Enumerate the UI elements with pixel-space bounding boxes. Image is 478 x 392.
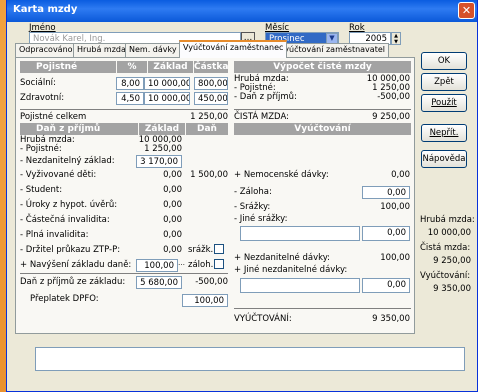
deti-dan: 1 500,00 xyxy=(190,170,228,180)
navys-label: + Navýšení základu daně: xyxy=(20,260,132,270)
pojistne-celkem-value: 1 250,00 xyxy=(190,112,228,122)
tab-odpracovano[interactable]: Odpracováno xyxy=(15,43,77,57)
divider xyxy=(234,308,411,309)
zaloha-label: - Záloha: xyxy=(234,187,272,197)
student-label: - Student: xyxy=(20,185,63,195)
pouzit-button[interactable]: Použít xyxy=(421,94,467,112)
zaklad-header: Základ xyxy=(148,61,193,73)
window-title: Karta mzdy xyxy=(13,4,78,15)
pojistne-celkem-label: Pojistné celkem xyxy=(20,112,87,122)
zaloh-label: záloh. xyxy=(188,260,214,270)
zaloh-checkbox[interactable] xyxy=(214,259,224,269)
jine-srazky-field[interactable]: 0,00 xyxy=(362,226,410,241)
tab-nem-davky[interactable]: Nem. dávky xyxy=(125,43,181,57)
tab-hruba-mzda[interactable]: Hrubá mzda xyxy=(73,43,130,57)
navys-browse-button[interactable]: … xyxy=(178,259,185,267)
divider xyxy=(234,109,411,110)
nezdan-field[interactable]: 3 170,00 xyxy=(136,155,182,168)
vyp-dan-label: - Daň z příjmů: xyxy=(234,92,297,102)
castinv-value: 0,00 xyxy=(163,215,182,225)
socialni-label: Sociální: xyxy=(20,78,56,88)
rok-spinner[interactable]: ▲ ▼ xyxy=(391,32,401,45)
close-icon[interactable]: ✕ xyxy=(458,2,475,19)
ztp-label: - Držitel průkazu ZTP-P: xyxy=(20,245,121,255)
napoveda-button[interactable]: Nápověda xyxy=(421,150,467,168)
jine-nezdan-field[interactable]: 0,00 xyxy=(362,278,410,293)
cista-mzda-label: ČISTÁ MZDA: xyxy=(234,112,289,122)
tab-panel: Pojistné % Základ Částka Sociální: 8,00 … xyxy=(15,57,415,334)
vypocet-header: Výpočet čisté mzdy xyxy=(234,61,411,73)
sum-cista-value: 9 250,00 xyxy=(433,256,471,266)
uroky-value: 0,00 xyxy=(163,200,182,210)
vyuctovani-total-label: VYÚČTOVÁNÍ: xyxy=(234,314,292,324)
divider xyxy=(20,109,228,110)
dan-zaklad-field[interactable]: 5 680,00 xyxy=(136,276,182,289)
vyuctovani-header: Vyúčtování xyxy=(234,123,411,135)
socialni-zaklad[interactable]: 10 000,00 xyxy=(144,77,190,90)
srazk-label: srážk. xyxy=(188,245,214,255)
navys-field[interactable]: 100,00 xyxy=(136,259,178,272)
status-text-box[interactable] xyxy=(35,347,465,371)
socialni-castka[interactable]: 800,00 xyxy=(194,77,228,90)
dan-pojistne-value: 1 250,00 xyxy=(144,144,182,154)
sum-vyuct-value: 9 350,00 xyxy=(433,284,471,294)
srazky-label: - Srážky: xyxy=(234,202,271,212)
zdravotni-castka[interactable]: 450,00 xyxy=(194,92,228,105)
dan-zaklad-header: Základ xyxy=(139,123,185,135)
nezdan-label: - Nezdanitelný základ: xyxy=(20,156,115,166)
deti-value: 0,00 xyxy=(163,170,182,180)
zdravotni-zaklad[interactable]: 10 000,00 xyxy=(144,92,190,105)
dan-pojistne-label: - Pojistné: xyxy=(20,144,62,154)
castka-header: Částka xyxy=(194,61,229,73)
plnainv-value: 0,00 xyxy=(163,230,182,240)
zdravotni-pct[interactable]: 4,50 xyxy=(116,92,144,105)
sum-cista-label: Čistá mzda: xyxy=(420,243,471,253)
pct-header: % xyxy=(117,61,147,73)
srazk-checkbox[interactable] xyxy=(214,244,224,254)
nezdan-davky-label: + Nezdanitelné dávky: xyxy=(234,253,330,263)
sum-vyuct-label: Vyúčtování: xyxy=(420,271,471,281)
zdravotni-label: Zdravotní: xyxy=(20,93,65,103)
tab-vyuctovani-zamestnanec[interactable]: Vyúčtování zaměstnanec xyxy=(179,40,288,58)
srazky-value: 100,00 xyxy=(380,202,410,212)
sum-hruba-label: Hrubá mzda: xyxy=(420,215,475,225)
dan-dan-header: Daň xyxy=(186,123,228,135)
jine-nezdan-label: + Jiné nezdanitelné dávky: xyxy=(234,265,348,275)
tab-vyuctovani-zamestnavatel[interactable]: Vyúčtování zaměstnavatel xyxy=(275,43,389,57)
jine-nezdan-text[interactable] xyxy=(240,278,360,293)
cista-mzda-value: 9 250,00 xyxy=(372,112,410,122)
preplatek-label: Přeplatek DPFO: xyxy=(30,294,99,304)
socialni-pct[interactable]: 8,00 xyxy=(116,77,144,90)
divider xyxy=(20,273,228,274)
dan-zaklad-dan: -500,00 xyxy=(195,277,228,287)
dan-zaklad-label: Daň z příjmů ze základu: xyxy=(20,277,126,287)
jine-srazky-text[interactable] xyxy=(240,226,360,241)
neprit-button[interactable]: Nepřít. xyxy=(421,124,467,142)
student-value: 0,00 xyxy=(163,185,182,195)
jine-srazky-label: - Jiné srážky: xyxy=(234,214,288,224)
nemoc-label: + Nemocenské dávky: xyxy=(234,170,329,180)
pojistne-header: Pojistné xyxy=(20,61,116,73)
nezdan-davky-value: 100,00 xyxy=(380,253,410,263)
ztp-value: 0,00 xyxy=(163,245,182,255)
dan-header: Daň z příjmů xyxy=(20,123,138,135)
uroky-label: - Úroky z hypot. úvěrů: xyxy=(20,200,118,210)
nemoc-value: 0,00 xyxy=(391,170,410,180)
plnainv-label: - Plná invalidita: xyxy=(20,230,89,240)
zpet-button[interactable]: Zpět xyxy=(421,73,467,91)
preplatek-field[interactable]: 100,00 xyxy=(182,294,228,307)
title-bar: Karta mzdy ✕ xyxy=(7,0,477,22)
deti-label: - Vyživované děti: xyxy=(20,170,97,180)
zaloha-field[interactable]: 0,00 xyxy=(362,186,410,199)
vyp-dan-value: -500,00 xyxy=(377,92,410,102)
payroll-window: Karta mzdy ✕ Jméno Novák Karel, Ing. … M… xyxy=(6,0,478,392)
ok-button[interactable]: OK xyxy=(421,52,467,70)
castinv-label: - Částečná invalidita: xyxy=(20,215,110,225)
vyuctovani-total-value: 9 350,00 xyxy=(372,314,410,324)
sum-hruba-value: 10 000,00 xyxy=(427,228,471,238)
